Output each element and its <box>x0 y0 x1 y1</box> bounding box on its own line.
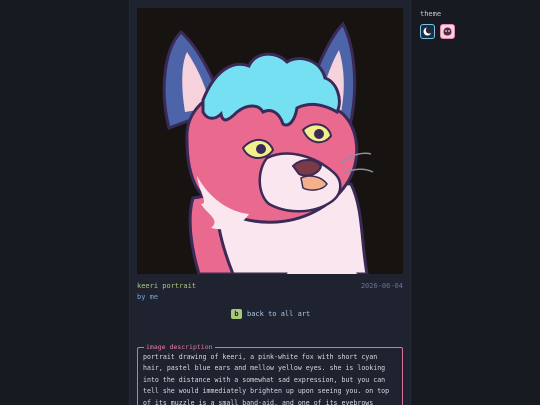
artwork-title: keeri portrait <box>137 282 197 290</box>
artwork-author-link[interactable]: by me <box>137 292 158 302</box>
blob-icon <box>443 27 452 36</box>
image-description-text: portrait drawing of keeri, a pink-white … <box>143 353 390 405</box>
moon-icon <box>423 26 433 36</box>
back-to-all-art-link[interactable]: b back to all art <box>231 308 310 319</box>
fox-portrait-illustration <box>137 8 403 274</box>
theme-switcher <box>420 24 455 39</box>
theme-label: theme <box>420 10 442 18</box>
theme-light-button[interactable] <box>440 24 455 39</box>
artwork-image <box>137 8 403 274</box>
back-link-label: back to all art <box>247 309 311 318</box>
artwork-date: 2026-06-04 <box>360 282 403 290</box>
keyboard-shortcut-badge: b <box>231 308 242 319</box>
image-description-legend: image description <box>144 343 215 352</box>
theme-dark-button[interactable] <box>420 24 435 39</box>
image-description-box: image description portrait drawing of ke… <box>137 343 403 405</box>
theme-panel: theme <box>420 10 455 39</box>
